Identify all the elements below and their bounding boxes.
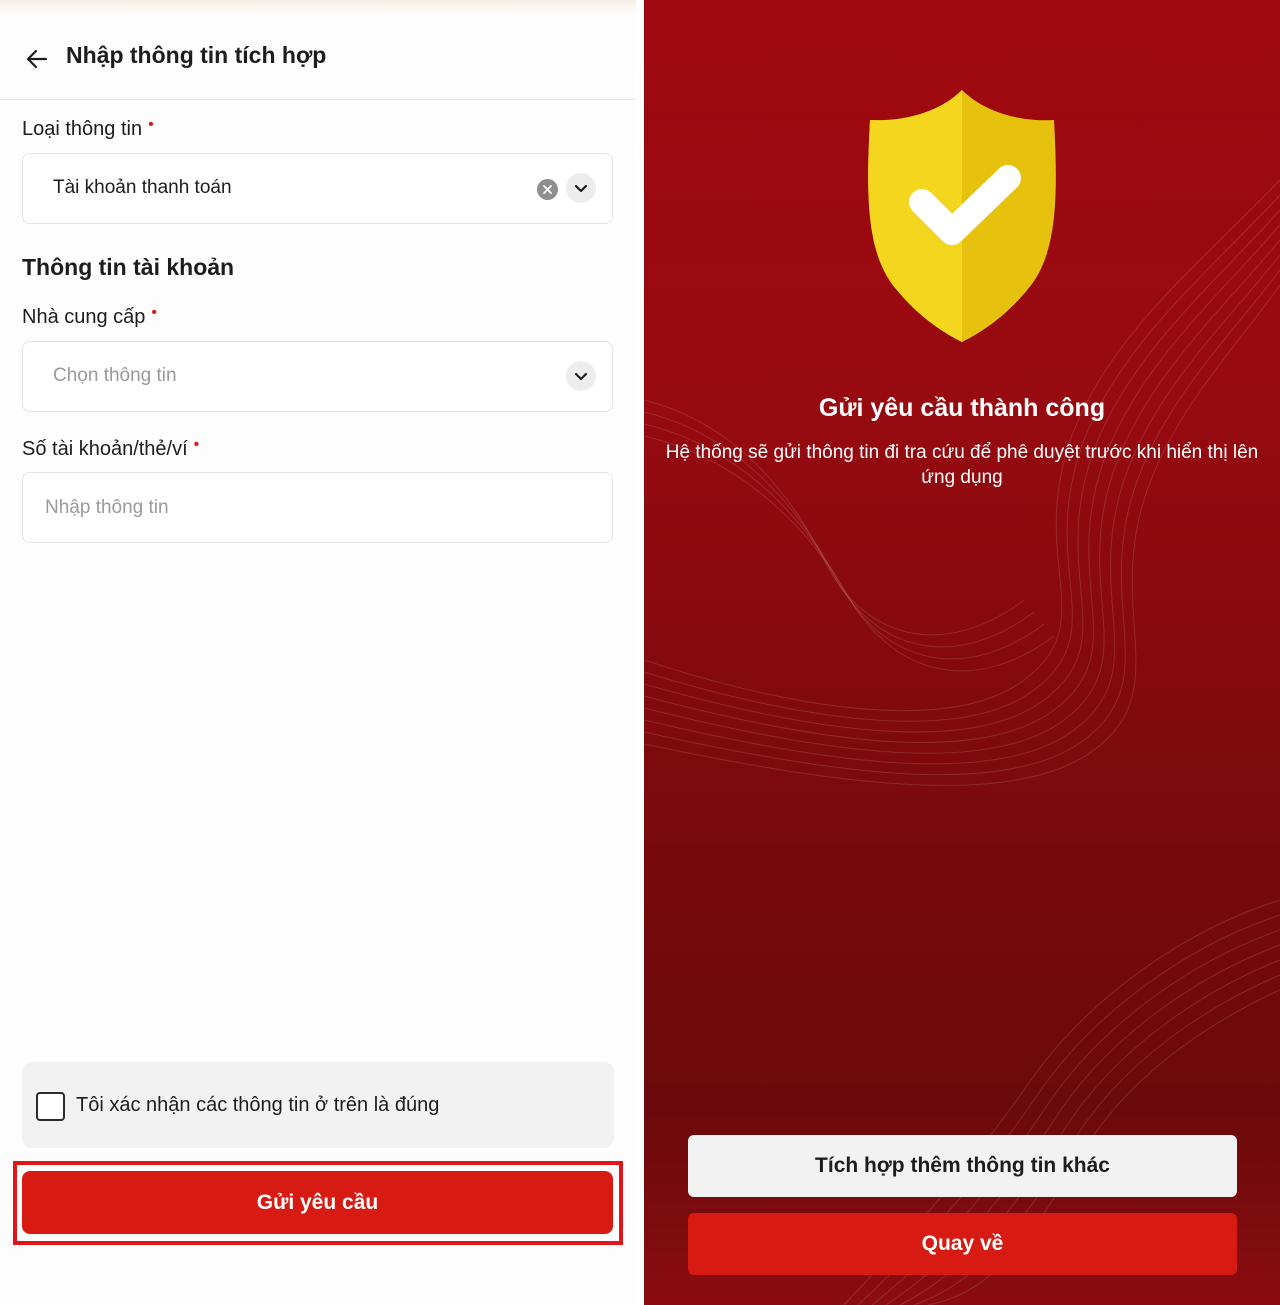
provider-dropdown-toggle[interactable] (566, 361, 596, 391)
header-bar: Nhập thông tin tích hợp (0, 22, 636, 100)
required-mark: • (148, 116, 154, 133)
shield-check-icon (868, 90, 1056, 342)
success-screen: Gửi yêu cầu thành công Hệ thống sẽ gửi t… (644, 0, 1280, 1305)
submit-button[interactable]: Gửi yêu cầu (22, 1171, 613, 1234)
account-label-text: Số tài khoản/thẻ/ví (22, 438, 188, 460)
account-label: Số tài khoản/thẻ/ví • (22, 436, 200, 461)
provider-select-placeholder: Chọn thông tin (53, 365, 177, 386)
clear-button[interactable] (537, 179, 558, 200)
type-label-text: Loại thông tin (22, 118, 143, 140)
back-button[interactable] (22, 44, 52, 74)
close-icon (543, 185, 552, 194)
section-title: Thông tin tài khoản (22, 254, 235, 280)
success-description: Hệ thống sẽ gửi thông tin đi tra cứu để … (665, 442, 1259, 488)
provider-label-text: Nhà cung cấp (22, 306, 146, 328)
chevron-down-icon (574, 372, 588, 381)
account-field (22, 472, 613, 543)
type-select[interactable]: Tài khoản thanh toán (22, 153, 613, 224)
page-title: Nhập thông tin tích hợp (66, 42, 327, 68)
header-decoration (0, 0, 636, 14)
required-mark: • (151, 304, 158, 321)
go-back-button[interactable]: Quay về (688, 1213, 1237, 1275)
integrate-more-button[interactable]: Tích hợp thêm thông tin khác (688, 1135, 1237, 1197)
integration-form-screen: Nhập thông tin tích hợp Loại thông tin • … (0, 0, 636, 1305)
chevron-down-icon (574, 184, 588, 193)
confirm-checkbox[interactable] (36, 1092, 65, 1121)
provider-label: Nhà cung cấp • (22, 304, 158, 329)
type-dropdown-toggle[interactable] (566, 173, 596, 203)
screen: Nhập thông tin tích hợp Loại thông tin • … (0, 0, 1280, 1305)
confirm-label: Tôi xác nhận các thông tin ở trên là đún… (76, 1094, 440, 1116)
required-mark: • (193, 436, 200, 453)
arrow-left-icon (26, 49, 48, 69)
success-title: Gửi yêu cầu thành công (818, 394, 1106, 422)
account-input[interactable] (45, 473, 585, 542)
type-select-value: Tài khoản thanh toán (53, 177, 232, 198)
type-label: Loại thông tin • (22, 116, 154, 141)
confirm-panel: Tôi xác nhận các thông tin ở trên là đún… (22, 1062, 614, 1148)
provider-select[interactable]: Chọn thông tin (22, 341, 613, 412)
